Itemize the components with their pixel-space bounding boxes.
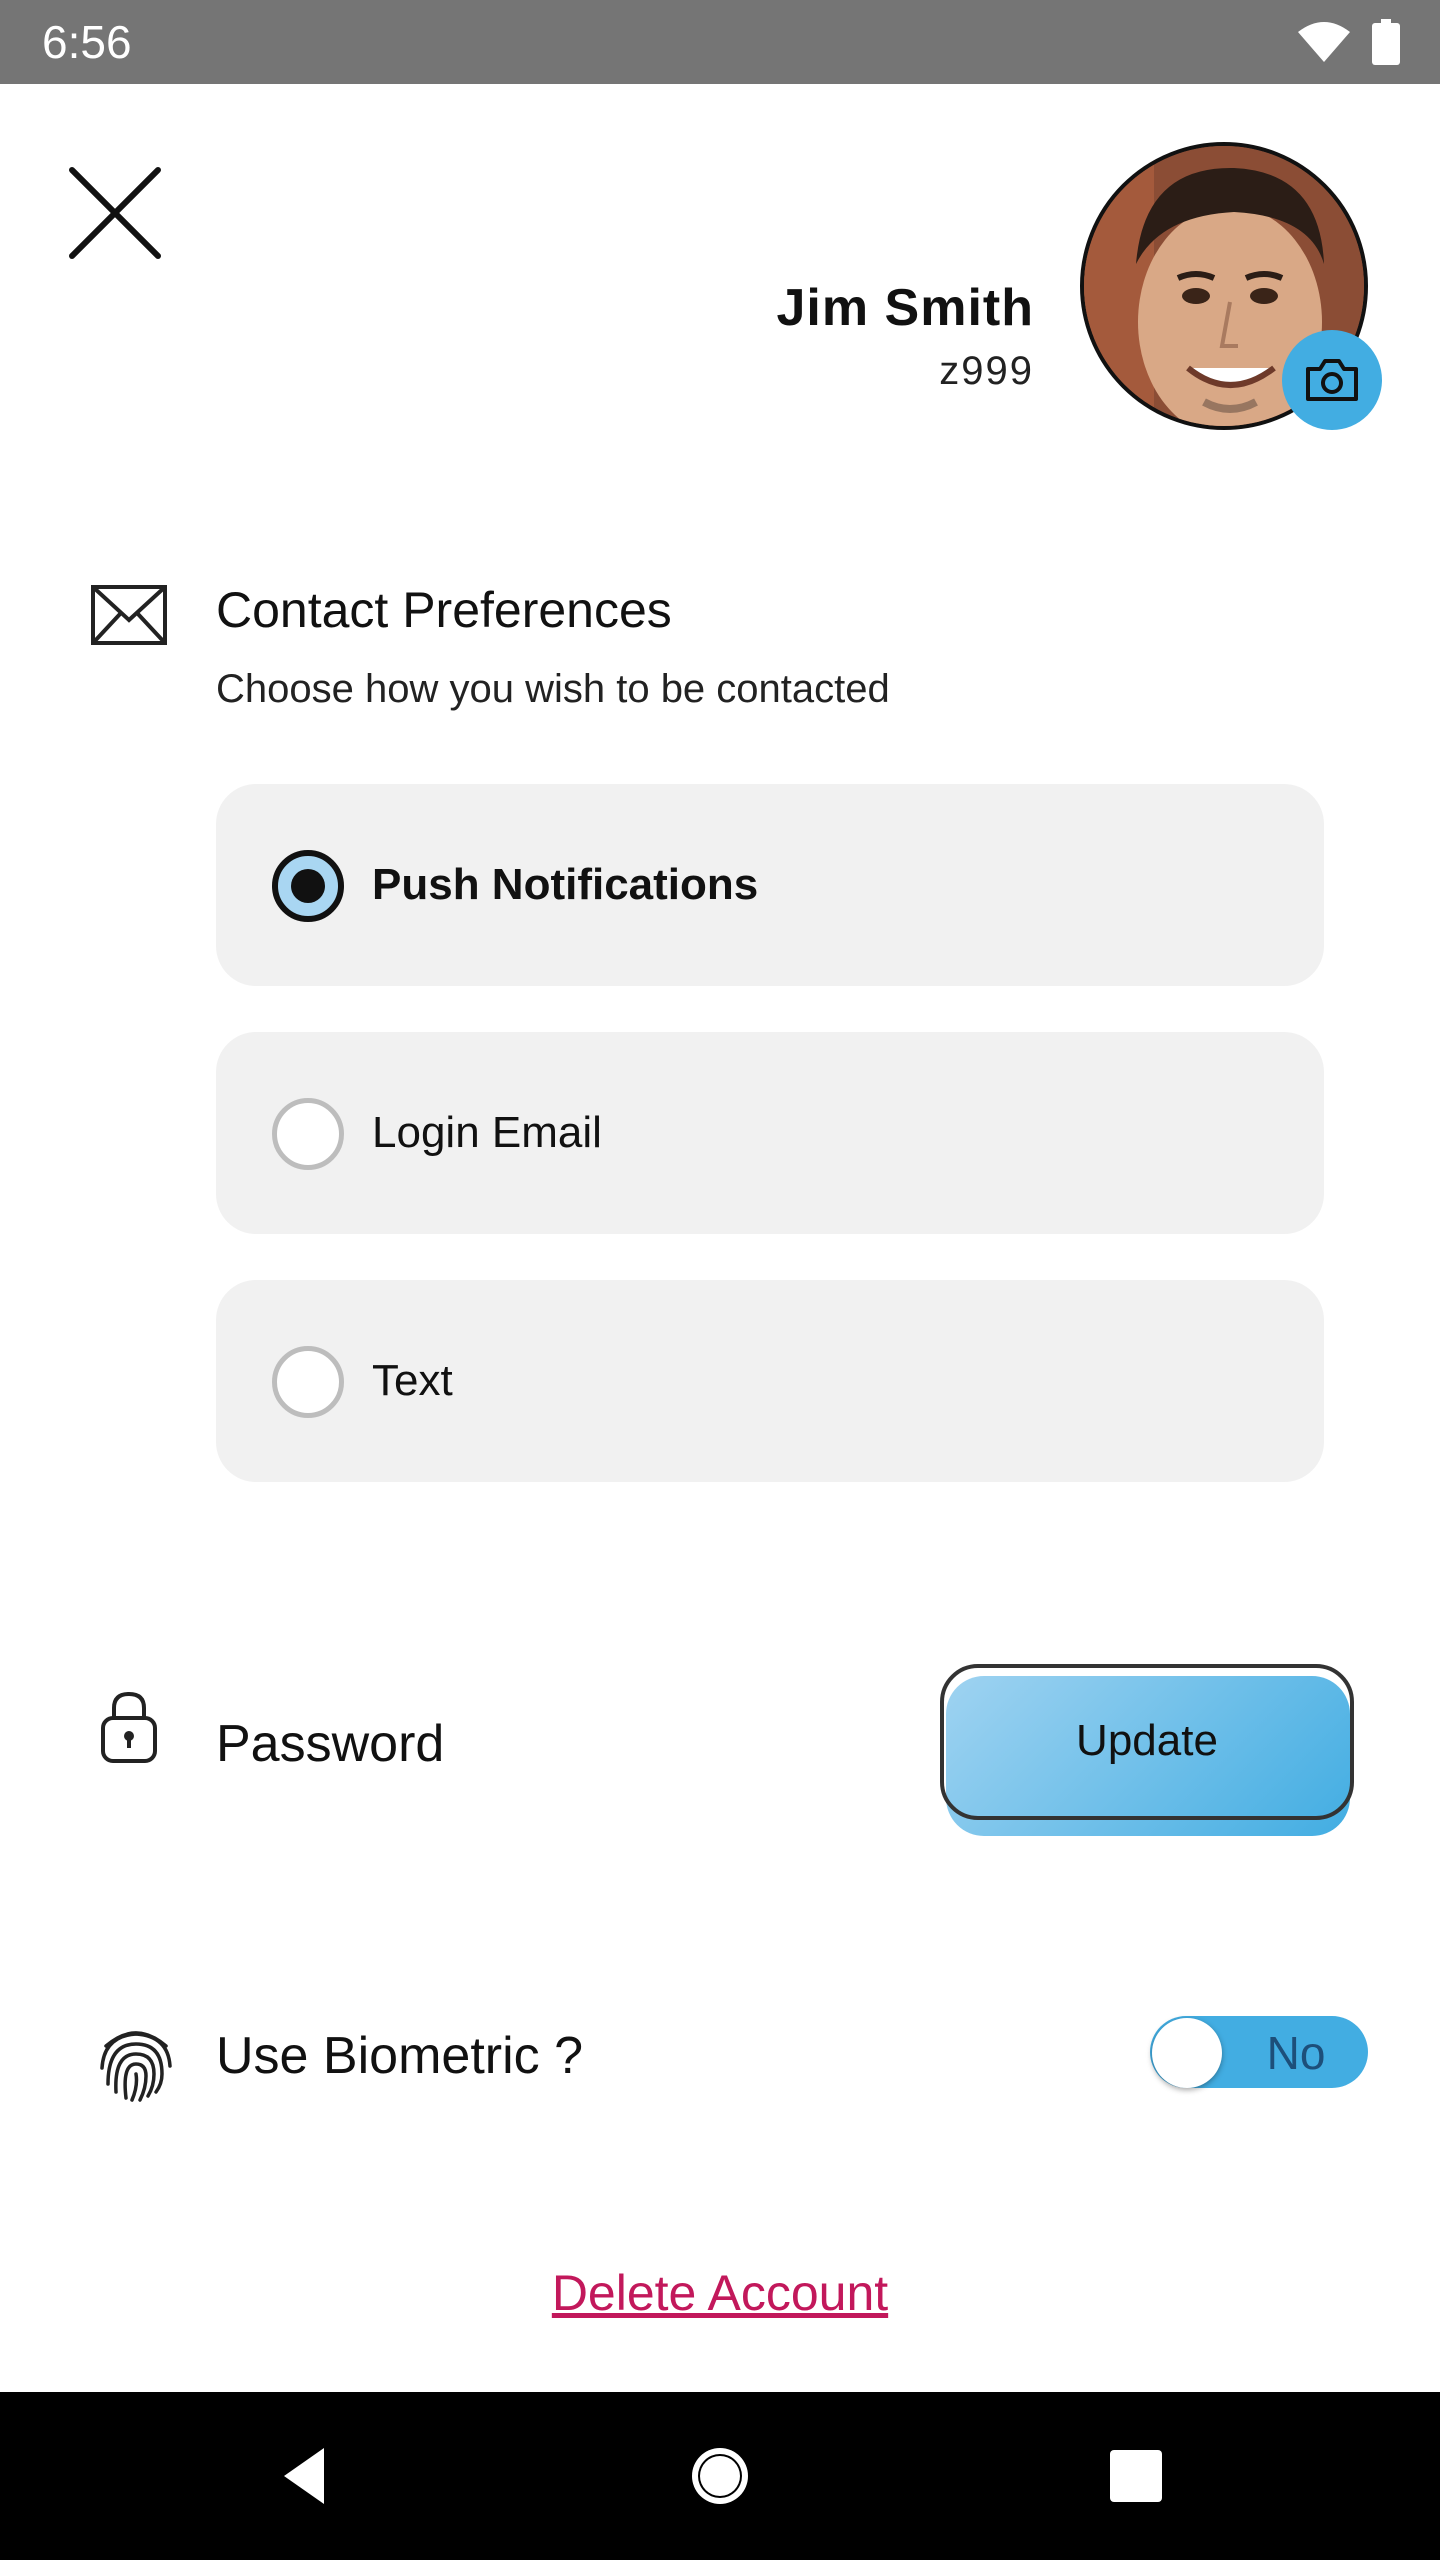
close-button[interactable] bbox=[66, 164, 164, 262]
close-icon bbox=[69, 167, 161, 259]
toggle-knob[interactable] bbox=[1152, 2018, 1222, 2088]
option-login-email[interactable]: Login Email bbox=[216, 1032, 1324, 1234]
change-photo-button[interactable] bbox=[1282, 330, 1382, 430]
option-label: Text bbox=[372, 1356, 453, 1405]
option-label: Login Email bbox=[372, 1108, 602, 1157]
option-push-notifications[interactable]: Push Notifications bbox=[216, 784, 1324, 986]
radio-login-email[interactable] bbox=[272, 1098, 344, 1170]
back-icon bbox=[284, 2448, 324, 2504]
home-icon bbox=[692, 2448, 748, 2504]
radio-push-notifications[interactable] bbox=[272, 850, 344, 922]
contact-preferences-subtitle: Choose how you wish to be contacted bbox=[216, 667, 890, 711]
biometric-label: Use Biometric ? bbox=[216, 2027, 583, 2085]
status-icons bbox=[1296, 18, 1400, 66]
delete-account-link[interactable]: Delete Account bbox=[0, 2262, 1440, 2324]
profile-name: Jim Smith bbox=[776, 279, 1034, 337]
camera-icon bbox=[1306, 359, 1358, 401]
option-text[interactable]: Text bbox=[216, 1280, 1324, 1482]
nav-home-button[interactable] bbox=[680, 2436, 760, 2516]
password-label: Password bbox=[216, 1715, 445, 1773]
toggle-state-text: No bbox=[1266, 2027, 1326, 2079]
wifi-icon bbox=[1298, 22, 1350, 62]
biometric-toggle[interactable]: No bbox=[1150, 2016, 1368, 2088]
profile-user-id: z999 bbox=[939, 349, 1034, 393]
battery-icon bbox=[1372, 19, 1400, 65]
update-button-label: Update bbox=[1076, 1716, 1218, 1765]
radio-text[interactable] bbox=[272, 1346, 344, 1418]
recents-icon bbox=[1110, 2450, 1162, 2502]
fingerprint-icon bbox=[100, 2031, 172, 2102]
status-time: 6:56 bbox=[42, 16, 132, 68]
update-password-button[interactable]: Update bbox=[940, 1664, 1354, 1836]
profile-settings-screen: 6:56 Jim Smith z999 Contact Preferences … bbox=[0, 0, 1440, 2560]
nav-back-button[interactable] bbox=[268, 2436, 348, 2516]
contact-preferences-title: Contact Preferences bbox=[216, 582, 672, 638]
lock-icon bbox=[101, 1691, 157, 1763]
status-bar: 6:56 bbox=[0, 0, 1440, 84]
nav-recents-button[interactable] bbox=[1096, 2436, 1176, 2516]
system-navigation-bar bbox=[0, 2392, 1440, 2560]
mail-icon bbox=[91, 585, 167, 645]
option-label: Push Notifications bbox=[372, 860, 759, 909]
